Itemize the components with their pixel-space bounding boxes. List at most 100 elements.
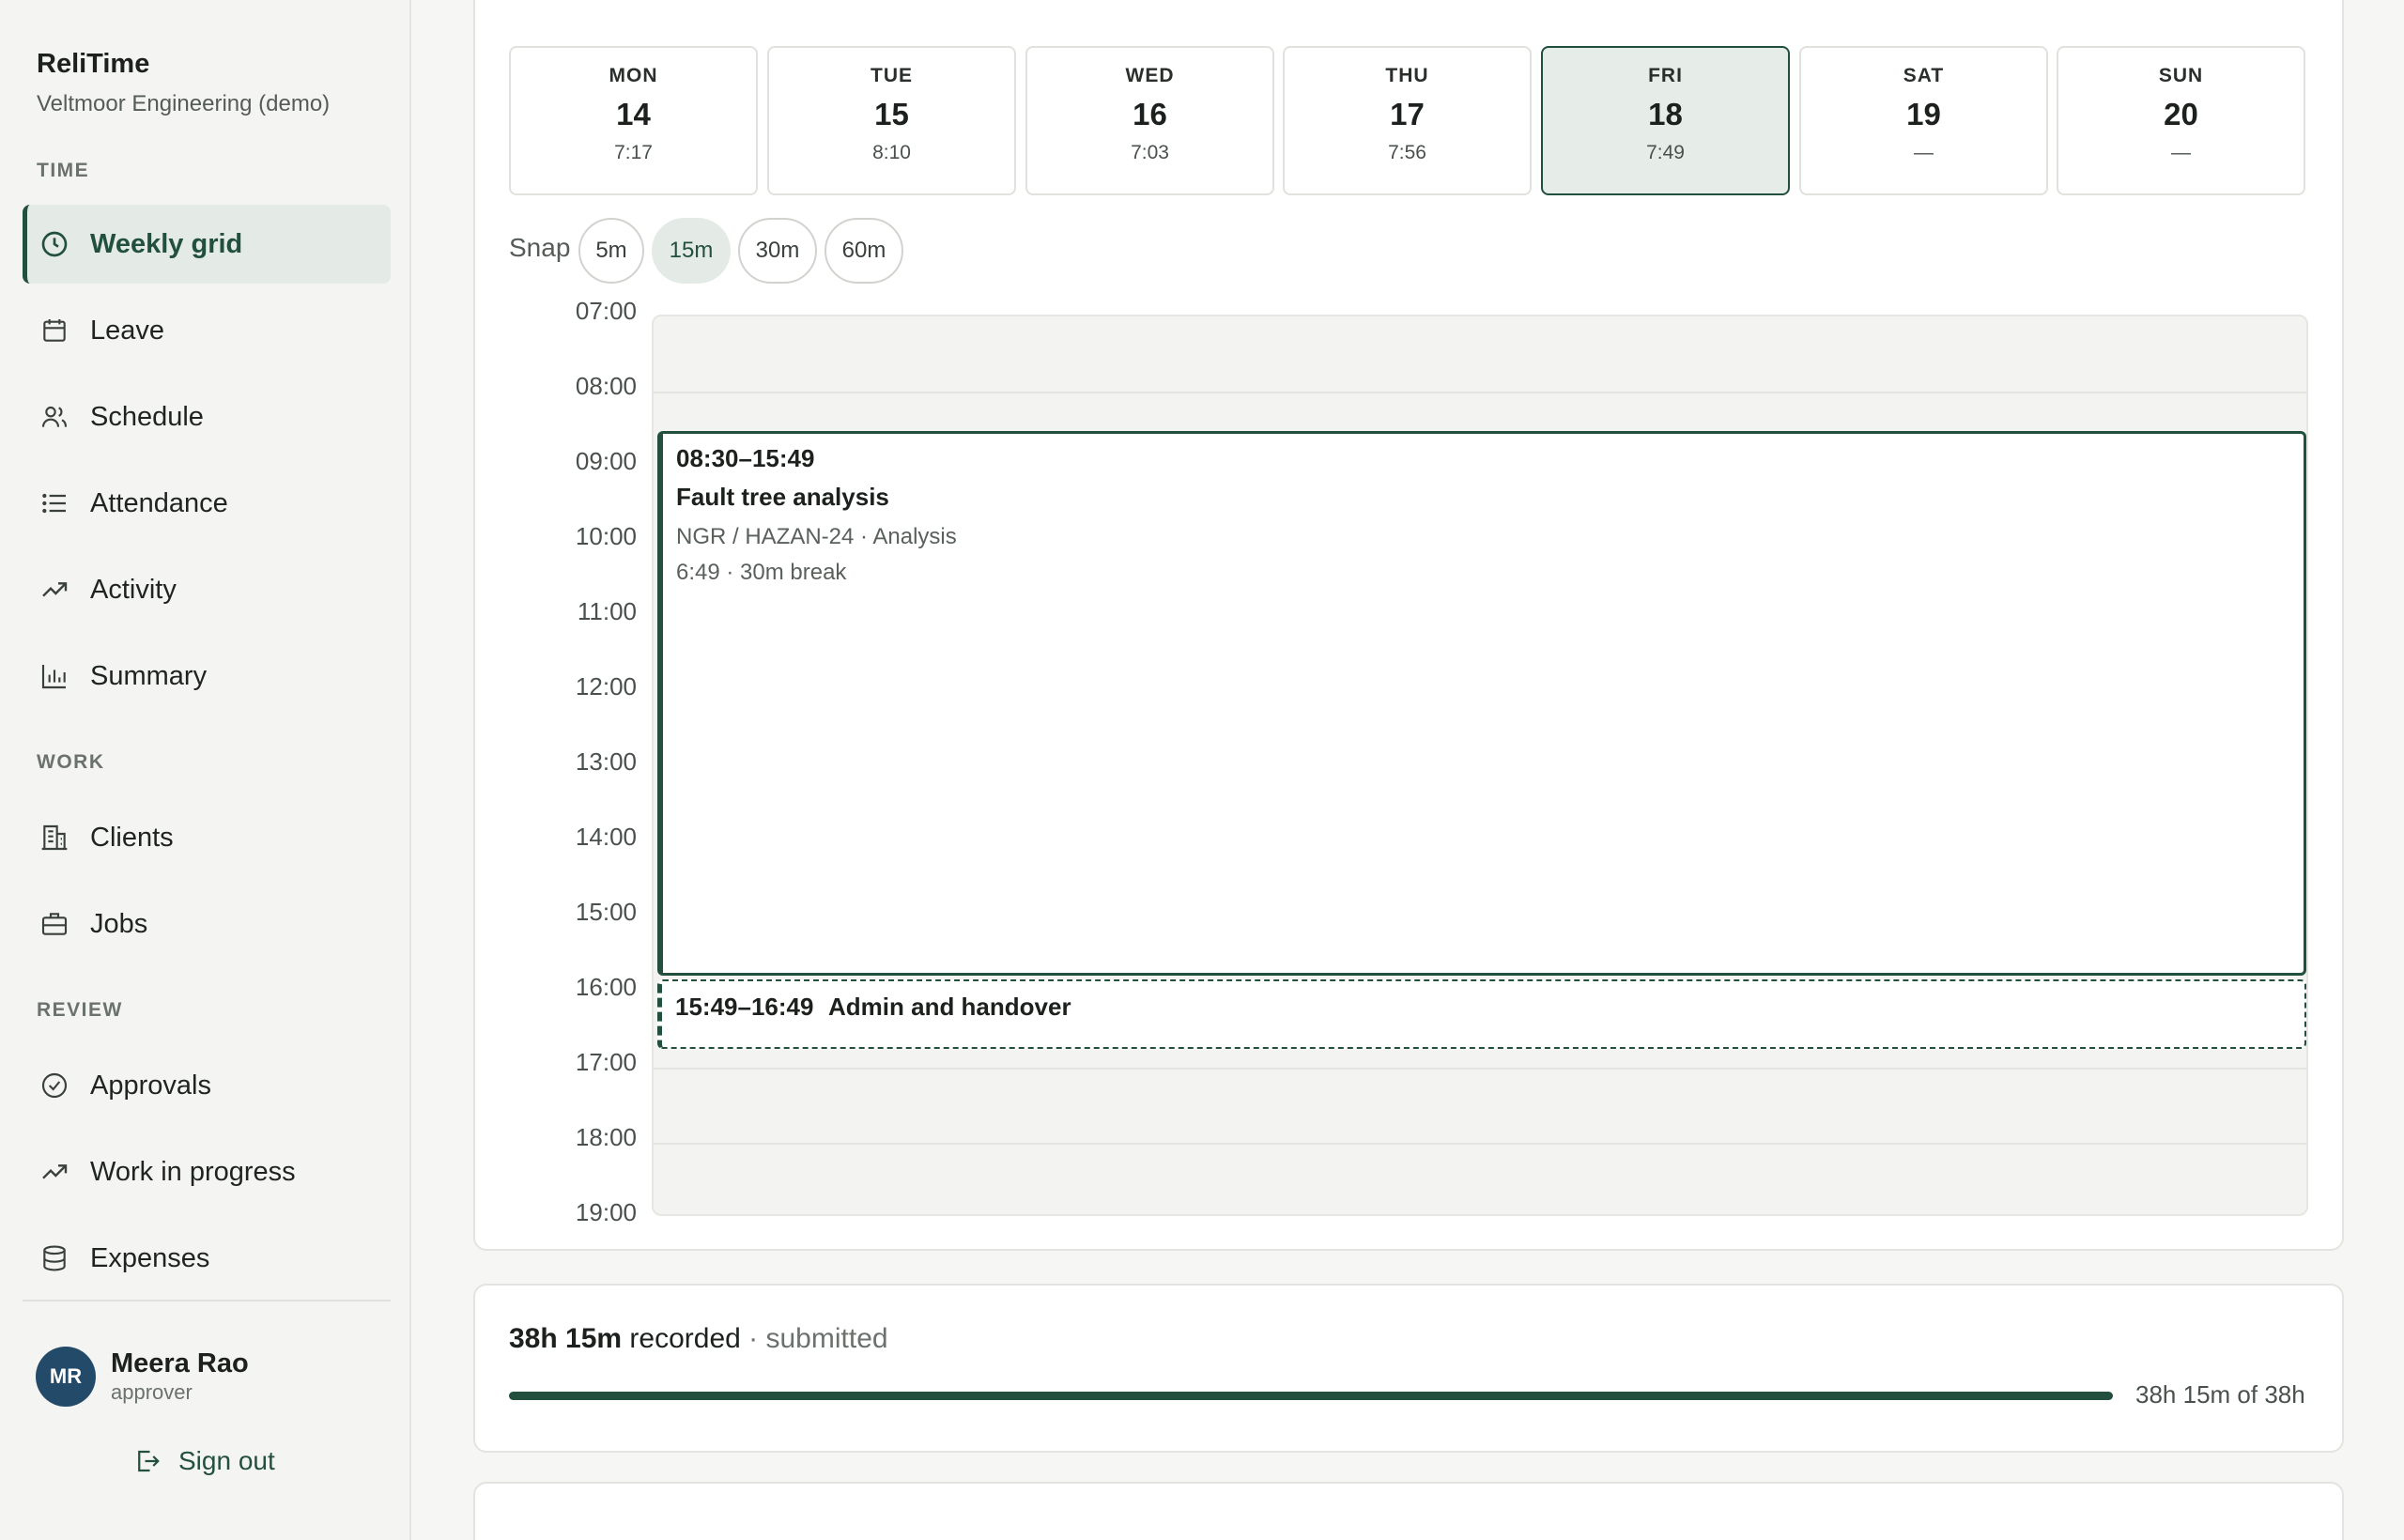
day-hours: — [2171,142,2191,163]
sidebar: ReliTime Veltmoor Engineering (demo) TIM… [0,0,411,1540]
day-name: SAT [1903,65,1945,86]
briefcase-icon [39,908,70,940]
entry-title: Fault tree analysis [676,483,889,511]
entry-title: Admin and handover [828,993,1071,1021]
time-entry-block[interactable]: 08:30–15:49 Fault tree analysis NGR / HA… [657,431,2306,976]
day-timeline[interactable]: 08:30–15:49 Fault tree analysis NGR / HA… [652,315,2308,1216]
day-number: 15 [874,97,909,131]
sidebar-item-label: Work in progress [90,1156,296,1187]
total-recorded-suffix: recorded [629,1323,741,1354]
sidebar-item-label: Weekly grid [90,228,243,259]
database-icon [39,1242,70,1274]
day-number: 17 [1390,97,1425,131]
sidebar-item-leave[interactable]: Leave [23,291,391,370]
sidebar-item-label: Summary [90,660,208,691]
sidebar-item-summary[interactable]: Summary [23,637,391,716]
day-tile-wed[interactable]: WED 16 7:03 [1025,46,1274,195]
hours-progress-bar [509,1392,2113,1400]
sidebar-item-attendance[interactable]: Attendance [23,464,391,543]
sidebar-item-label: Clients [90,822,174,853]
sidebar-item-expenses[interactable]: Expenses [23,1219,391,1298]
entry-time-range: 15:49–16:49 [675,993,814,1021]
sign-out-label: Sign out [178,1446,275,1475]
hour-label: 07:00 [575,297,637,325]
snap-label: Snap [509,233,571,262]
day-number: 18 [1648,97,1683,131]
sidebar-item-work-in-progress[interactable]: Work in progress [23,1132,391,1211]
day-tile-sat[interactable]: SAT 19 — [1799,46,2048,195]
day-hours: — [1914,142,1934,163]
section-label-work: WORK [37,751,105,773]
sidebar-item-schedule[interactable]: Schedule [23,377,391,456]
sidebar-item-label: Expenses [90,1242,210,1273]
entry-duration: 6:49 · 30m break [676,560,847,585]
hours-progress-text: 38h 15m of 38h [2135,1380,2305,1409]
sidebar-item-weekly-grid[interactable]: Weekly grid [23,205,391,284]
hours-progress-fill [509,1392,2113,1400]
sidebar-item-label: Jobs [90,908,148,939]
day-name: WED [1125,65,1175,86]
day-name: FRI [1648,65,1683,86]
day-name: THU [1385,65,1429,86]
sidebar-item-activity[interactable]: Activity [23,550,391,629]
total-summary: 38h 15m recorded · submitted [509,1323,888,1355]
draft-entry-block[interactable]: 15:49–16:49 Admin and handover [657,979,2306,1049]
hour-gridline [654,392,2306,393]
user-role: approver [111,1380,193,1404]
list-icon [39,487,70,519]
hour-label: 13:00 [575,747,637,776]
hour-label: 17:00 [575,1048,637,1076]
sidebar-item-clients[interactable]: Clients [23,798,391,877]
users-icon [39,401,70,433]
day-hours: 7:49 [1646,142,1685,163]
sign-out-icon [138,1450,160,1472]
check-circle-icon [39,1070,70,1101]
hour-label: 19:00 [575,1198,637,1226]
day-tile-tue[interactable]: TUE 15 8:10 [767,46,1016,195]
entry-job-meta: NGR / HAZAN-24 · Analysis [676,524,957,549]
sidebar-item-label: Schedule [90,401,204,432]
hour-gridline [654,1068,2306,1070]
day-hours: 7:56 [1388,142,1426,163]
snap-option-5m[interactable]: 5m [578,218,644,284]
day-name: MON [609,65,658,86]
sidebar-item-label: Leave [90,315,165,346]
sidebar-item-label: Attendance [90,487,228,518]
calendar-icon [39,315,70,346]
day-name: SUN [2158,65,2204,86]
hour-label: 11:00 [577,597,637,625]
hour-label: 12:00 [575,672,637,701]
entry-time-range: 08:30–15:49 [676,444,815,472]
day-tile-sun[interactable]: SUN 20 — [2057,46,2305,195]
user-name: Meera Rao [111,1348,249,1378]
trend-up-icon [39,574,70,606]
submission-status: · submitted [748,1323,888,1354]
day-hours: 8:10 [872,142,911,163]
app-name: ReliTime [37,49,150,79]
next-card [473,1482,2344,1540]
day-number: 20 [2164,97,2198,131]
hour-label: 16:00 [575,973,637,1001]
day-tile-mon[interactable]: MON 14 7:17 [509,46,758,195]
hour-label: 14:00 [575,823,637,851]
day-tile-fri[interactable]: FRI 18 7:49 [1541,46,1790,195]
total-recorded-value: 38h 15m [509,1323,623,1354]
building-icon [39,822,70,854]
day-name: TUE [871,65,913,86]
day-hours: 7:17 [614,142,653,163]
sidebar-item-approvals[interactable]: Approvals [23,1046,391,1125]
sidebar-divider [23,1300,391,1301]
avatar[interactable]: MR [36,1347,96,1407]
hour-label: 18:00 [575,1123,637,1151]
hour-label: 15:00 [575,898,637,926]
sidebar-item-jobs[interactable]: Jobs [23,885,391,963]
sidebar-item-label: Approvals [90,1070,211,1101]
sidebar-item-label: Activity [90,574,177,605]
snap-option-30m[interactable]: 30m [738,218,817,284]
snap-option-60m[interactable]: 60m [824,218,903,284]
day-tile-thu[interactable]: THU 17 7:56 [1283,46,1532,195]
sign-out-button[interactable]: Sign out [133,1446,275,1476]
snap-option-15m[interactable]: 15m [652,218,731,284]
trend-up-icon [39,1156,70,1188]
day-number: 16 [1133,97,1167,131]
